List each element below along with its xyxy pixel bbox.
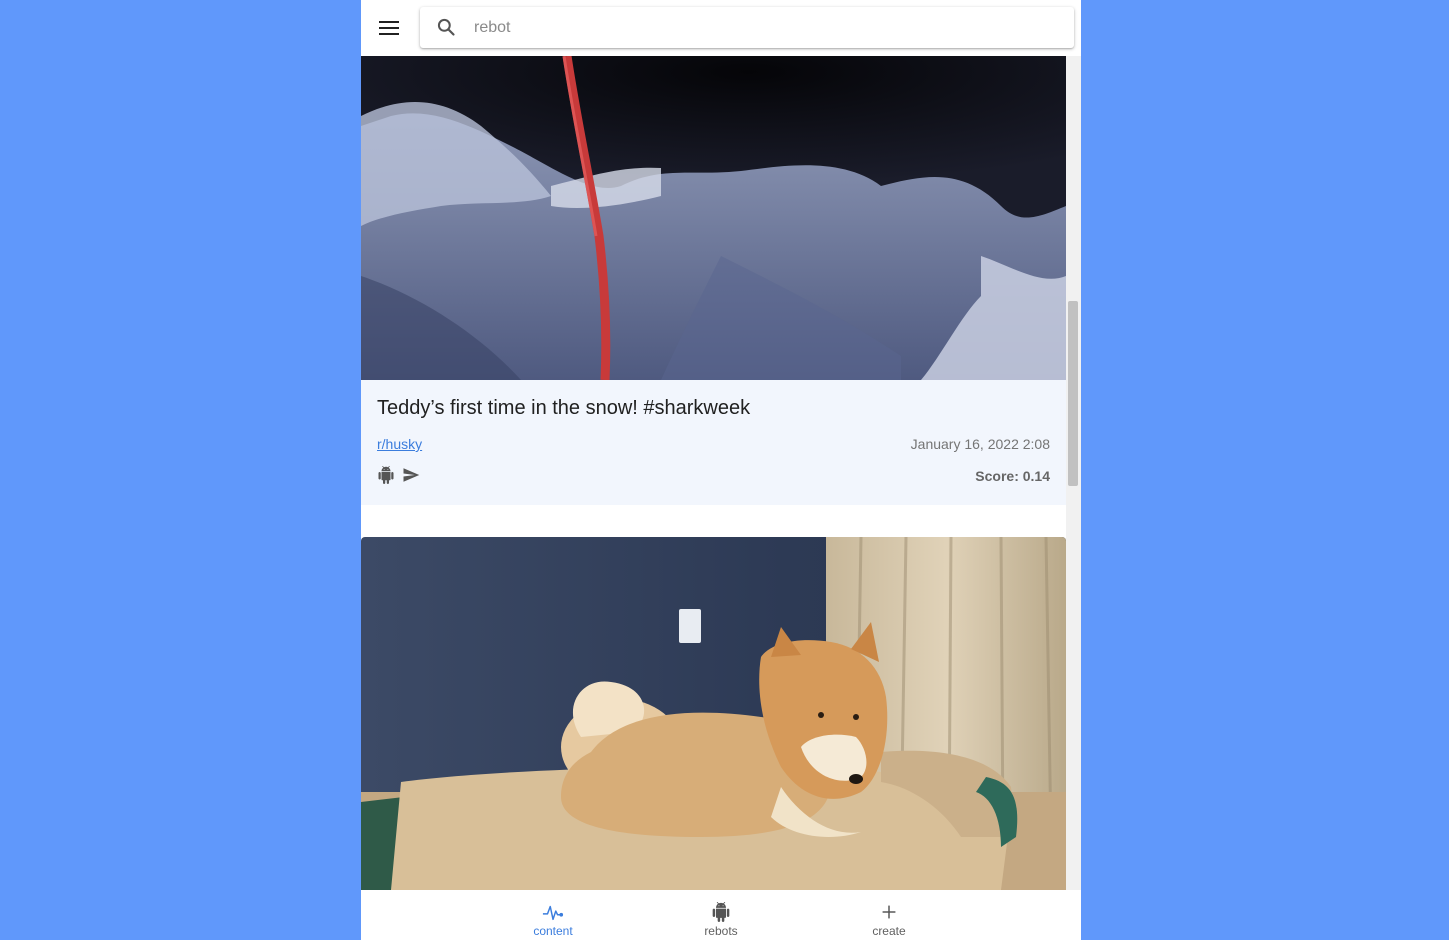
android-icon[interactable] — [377, 466, 395, 484]
content-feed: Teddy’s first time in the snow! #sharkwe… — [361, 56, 1066, 890]
search-bar — [420, 7, 1074, 48]
post-image[interactable] — [361, 56, 1066, 380]
hamburger-icon — [379, 21, 399, 35]
nav-label: create — [872, 924, 906, 938]
top-bar — [361, 0, 1081, 56]
pulse-icon — [542, 905, 564, 921]
android-icon — [712, 902, 730, 922]
scrollbar-thumb[interactable] — [1068, 301, 1078, 486]
nav-item-rebots[interactable]: rebots — [671, 890, 771, 940]
nav-item-content[interactable]: content — [503, 890, 603, 940]
bottom-navigation: content rebots create — [361, 890, 1081, 940]
post-card: Teddy’s first time in the snow! #sharkwe… — [361, 56, 1066, 505]
nav-label: content — [533, 924, 573, 938]
app-window: Teddy’s first time in the snow! #sharkwe… — [361, 0, 1081, 940]
menu-button[interactable] — [375, 14, 403, 42]
search-icon[interactable] — [436, 17, 458, 39]
post-title: Teddy’s first time in the snow! #sharkwe… — [377, 397, 751, 419]
post-score: Score: 0.14 — [975, 468, 1050, 484]
post-date: January 16, 2022 2:08 — [910, 436, 1050, 452]
subreddit-link[interactable]: r/husky — [377, 436, 422, 452]
nav-item-create[interactable]: create — [839, 890, 939, 940]
send-icon[interactable] — [401, 466, 421, 484]
post-image[interactable] — [361, 537, 1066, 890]
post-actions — [377, 466, 421, 484]
nav-label: rebots — [704, 924, 738, 938]
search-input[interactable] — [472, 11, 1056, 44]
scrollbar[interactable] — [1066, 56, 1081, 890]
plus-icon — [882, 905, 896, 919]
post-card — [361, 537, 1066, 890]
